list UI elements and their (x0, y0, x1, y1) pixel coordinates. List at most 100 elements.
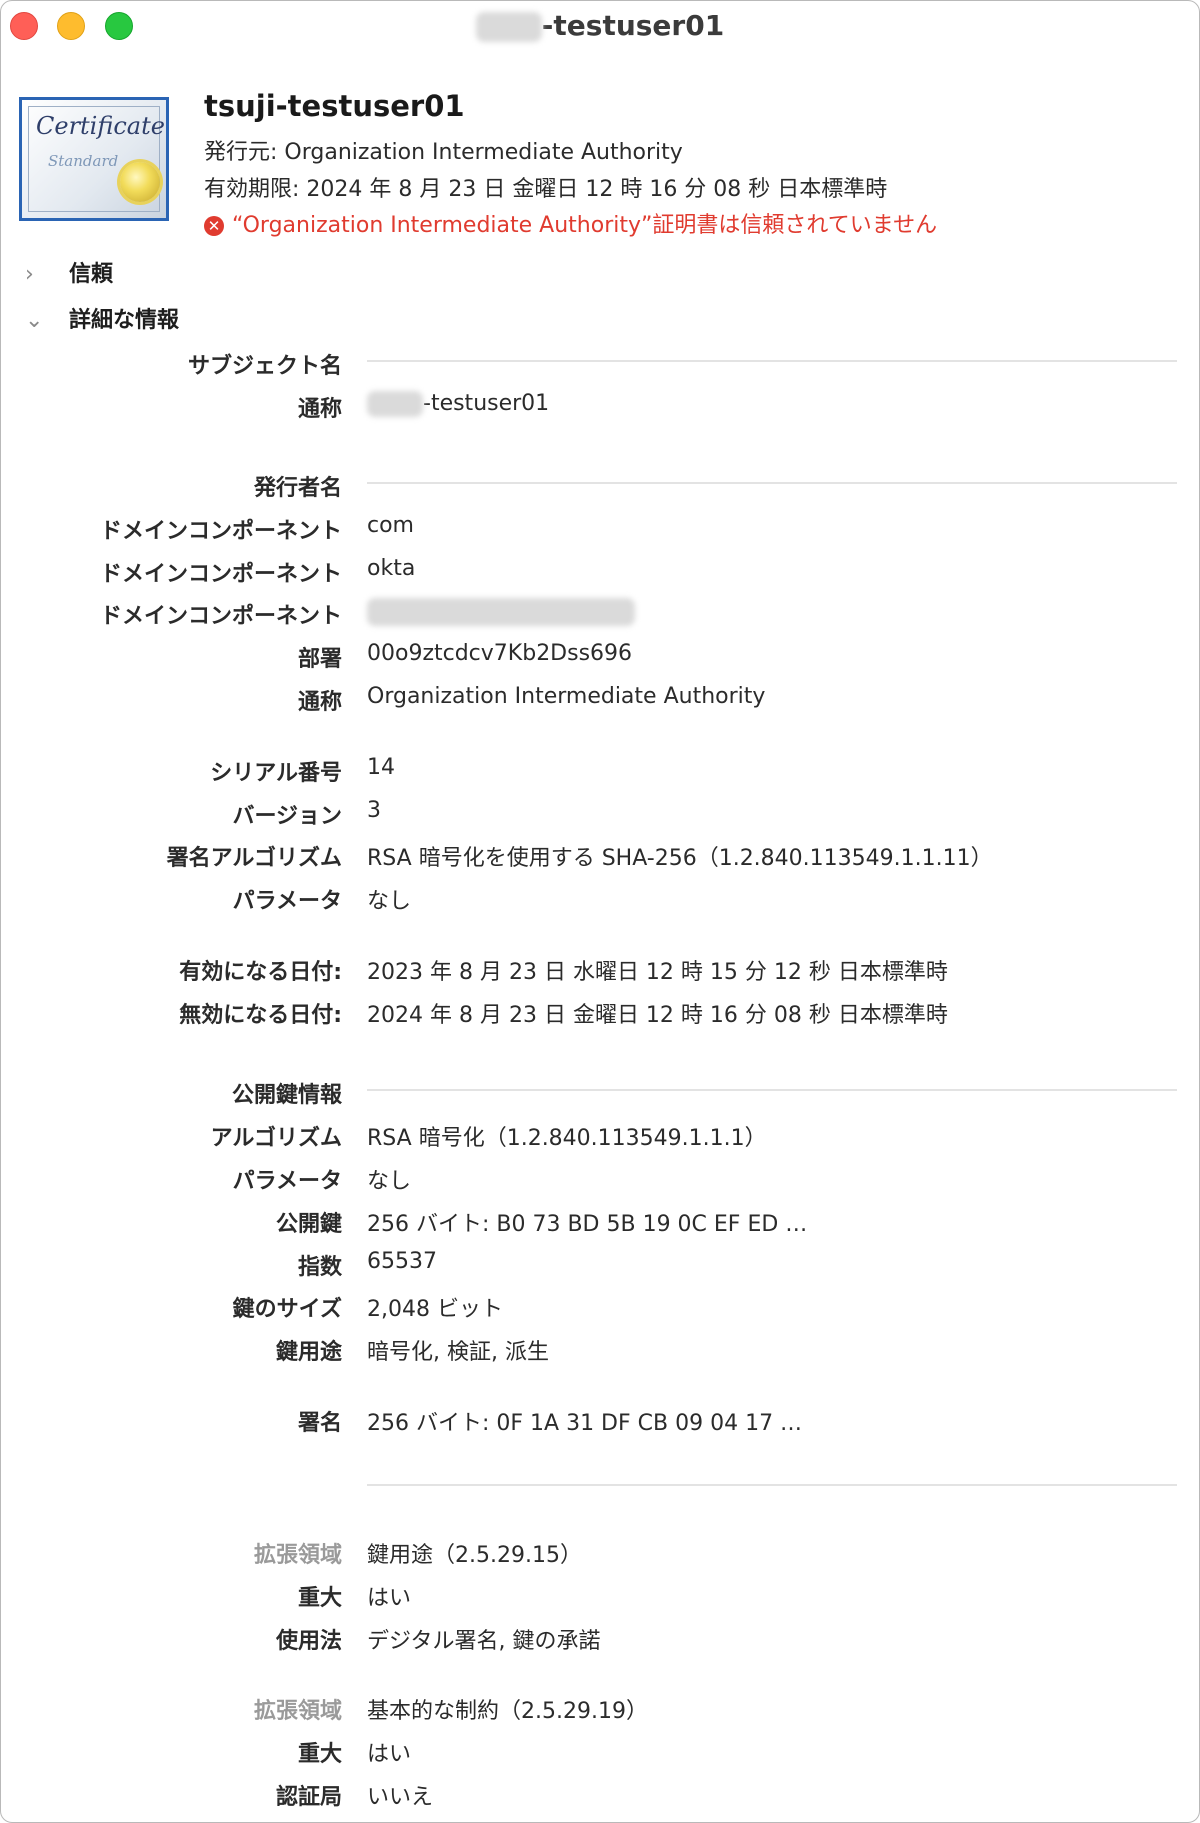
expiry-line: 有効期限: 2024 年 8 月 23 日 金曜日 12 時 16 分 08 秒… (204, 177, 888, 202)
field-value (367, 598, 635, 626)
field-label: 認証局 (275, 1785, 342, 1810)
not-before-row: 有効になる日付: 2023 年 8 月 23 日 水曜日 12 時 15 分 1… (1, 954, 1199, 990)
field-label: ドメインコンポーネント (99, 562, 342, 587)
dc-row-3: ドメインコンポーネント (1, 598, 1199, 634)
parameters-row-1: パラメータ なし (1, 883, 1199, 919)
usage-row: 使用法 デジタル署名, 鍵の承諾 (1, 1623, 1199, 1659)
redacted-block (367, 598, 635, 626)
separator (367, 1484, 1177, 1486)
field-label: バージョン (232, 804, 342, 829)
field-value: 2024 年 8 月 23 日 金曜日 12 時 16 分 08 秒 日本標準時 (367, 1003, 948, 1028)
error-icon: ✕ (204, 216, 224, 236)
parameters-row-2: パラメータ なし (1, 1163, 1199, 1199)
field-value: 2023 年 8 月 23 日 水曜日 12 時 15 分 12 秒 日本標準時 (367, 960, 948, 985)
field-value: 2,048 ビット (367, 1297, 503, 1322)
field-value: com (367, 513, 414, 538)
details-section-toggle[interactable]: ⌄ 詳細な情報 (25, 302, 179, 334)
field-label: 重大 (297, 1742, 342, 1767)
field-value: 暗号化, 検証, 派生 (367, 1340, 549, 1365)
field-value: デジタル署名, 鍵の承諾 (367, 1629, 601, 1654)
field-label: アルゴリズム (210, 1126, 342, 1151)
serial-row: シリアル番号 14 (1, 755, 1199, 791)
algorithm-row: アルゴリズム RSA 暗号化（1.2.840.113549.1.1.1） (1, 1120, 1199, 1156)
field-label: 有効になる日付: (179, 960, 342, 985)
details-section-label: 詳細な情報 (69, 308, 180, 333)
critical-row-2: 重大 はい (1, 1736, 1199, 1772)
certificate-icon-word: Certificate (36, 112, 165, 140)
issuer-line: 発行元: Organization Intermediate Authority (204, 140, 683, 165)
certificate-name: tsuji-testuser01 (204, 89, 465, 123)
key-usage-row: 鍵用途 暗号化, 検証, 派生 (1, 1334, 1199, 1370)
extension-row-1: 拡張領域 鍵用途（2.5.29.15） (1, 1537, 1199, 1573)
field-label: ドメインコンポーネント (99, 604, 342, 629)
signature-algorithm-row: 署名アルゴリズム RSA 暗号化を使用する SHA-256（1.2.840.11… (1, 840, 1199, 876)
field-value: RSA 暗号化を使用する SHA-256（1.2.840.113549.1.1.… (367, 846, 993, 871)
issuer-cn-row: 通称 Organization Intermediate Authority (1, 684, 1199, 720)
field-value: はい (367, 1742, 412, 1767)
trust-section-label: 信頼 (69, 262, 114, 287)
dc-row-1: ドメインコンポーネント com (1, 513, 1199, 549)
field-label: 重大 (297, 1586, 342, 1611)
window-title: -testuser01 (1, 9, 1199, 42)
field-label: 拡張領域 (253, 1699, 342, 1724)
trust-warning-text: “Organization Intermediate Authority”証明書… (232, 213, 938, 238)
field-value: 256 バイト: B0 73 BD 5B 19 0C EF ED … (367, 1212, 808, 1237)
key-size-row: 鍵のサイズ 2,048 ビット (1, 1291, 1199, 1327)
certificate-icon-subword: Standard (48, 152, 119, 170)
trust-warning: ✕ “Organization Intermediate Authority”証明… (204, 207, 937, 239)
field-label: 鍵のサイズ (232, 1297, 342, 1322)
field-label: ドメインコンポーネント (99, 519, 342, 544)
chevron-down-icon: ⌄ (25, 308, 44, 333)
signature-row: 署名 256 バイト: 0F 1A 31 DF CB 09 04 17 … (1, 1405, 1199, 1441)
field-label: 部署 (297, 647, 342, 672)
field-value: okta (367, 556, 416, 581)
field-label: 署名 (297, 1411, 342, 1436)
critical-row-1: 重大 はい (1, 1580, 1199, 1616)
field-label: 発行者名 (253, 476, 342, 501)
public-key-row: 公開鍵 256 バイト: B0 73 BD 5B 19 0C EF ED … (1, 1206, 1199, 1242)
field-label: シリアル番号 (210, 761, 342, 786)
ou-row: 部署 00o9ztcdcv7Kb2Dss696 (1, 641, 1199, 677)
title-bar: -testuser01 (1, 1, 1199, 51)
trust-section-toggle[interactable]: › 信頼 (25, 256, 113, 288)
certificate-authority-row: 認証局 いいえ (1, 1779, 1199, 1815)
field-label: 指数 (297, 1255, 342, 1280)
field-label: 通称 (297, 397, 342, 422)
field-value: Organization Intermediate Authority (367, 684, 766, 709)
field-value: はい (367, 1586, 412, 1611)
field-value: 3 (367, 798, 381, 823)
field-value: 256 バイト: 0F 1A 31 DF CB 09 04 17 … (367, 1411, 803, 1436)
field-label: 署名アルゴリズム (166, 846, 342, 871)
subject-header-row: サブジェクト名 (1, 348, 1199, 384)
field-value: なし (367, 889, 412, 914)
field-label: パラメータ (232, 1169, 342, 1194)
subject-cn-text: -testuser01 (423, 391, 550, 416)
public-key-header-row: 公開鍵情報 (1, 1077, 1199, 1113)
field-value: RSA 暗号化（1.2.840.113549.1.1.1） (367, 1126, 767, 1151)
dc-row-2: ドメインコンポーネント okta (1, 556, 1199, 592)
field-value: 00o9ztcdcv7Kb2Dss696 (367, 641, 633, 666)
redacted-block (367, 391, 423, 417)
window-title-text: -testuser01 (541, 9, 725, 42)
issuer-header-row: 発行者名 (1, 470, 1199, 506)
version-row: バージョン 3 (1, 798, 1199, 834)
field-label: 無効になる日付: (179, 1003, 342, 1028)
field-label: 鍵用途 (275, 1340, 342, 1365)
field-value: なし (367, 1169, 412, 1194)
field-label: サブジェクト名 (187, 354, 342, 379)
field-value: 65537 (367, 1249, 437, 1274)
redacted-block (475, 12, 542, 42)
chevron-right-icon: › (25, 262, 34, 287)
field-value: 鍵用途（2.5.29.15） (367, 1543, 582, 1568)
field-value: 基本的な制約（2.5.29.19） (367, 1699, 648, 1724)
field-label: 公開鍵情報 (231, 1083, 342, 1108)
field-value: 14 (367, 755, 395, 780)
field-label: 公開鍵 (275, 1212, 342, 1237)
field-label: パラメータ (232, 889, 342, 914)
extension-row-2: 拡張領域 基本的な制約（2.5.29.19） (1, 1693, 1199, 1729)
field-label: 拡張領域 (253, 1543, 342, 1568)
subject-cn-row: 通称 -testuser01 (1, 391, 1199, 427)
exponent-row: 指数 65537 (1, 1249, 1199, 1285)
certificate-window: -testuser01 Certificate Standard tsuji-t… (0, 0, 1200, 1823)
field-value: -testuser01 (367, 391, 549, 417)
